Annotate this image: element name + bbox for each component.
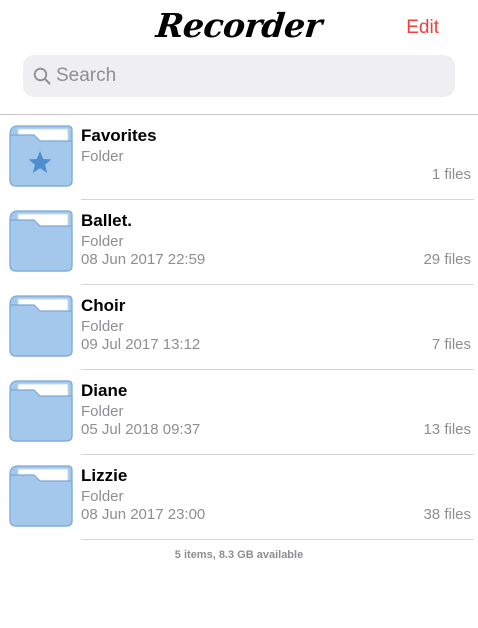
folder-name: Lizzie xyxy=(81,466,128,485)
folder-name: Choir xyxy=(81,296,126,315)
folder-icon xyxy=(9,465,73,527)
storage-summary: 5 items, 8.3 GB available xyxy=(174,549,304,561)
folder-type: Folder xyxy=(81,488,124,505)
folder-type: Folder xyxy=(81,233,124,250)
folder-name: Diane xyxy=(81,381,128,400)
folder-date: 09 Jul 2017 13:12 xyxy=(81,336,201,353)
folder-file-count: 38 files xyxy=(423,506,471,523)
header-bar: Recorder Edit xyxy=(0,0,478,58)
folder-row-choir[interactable]: Choir Folder 09 Jul 2017 13:12 7 files xyxy=(0,285,478,370)
folder-row-favorites[interactable]: Favorites Folder 1 files xyxy=(0,115,478,200)
row-divider xyxy=(81,539,474,540)
search-input[interactable] xyxy=(56,55,446,97)
folder-name: Favorites xyxy=(81,126,157,145)
folder-star-icon xyxy=(9,125,73,187)
folder-file-count: 1 files xyxy=(431,166,471,183)
folder-type: Folder xyxy=(81,148,124,165)
edit-button[interactable]: Edit xyxy=(406,17,439,39)
folder-date: 05 Jul 2018 09:37 xyxy=(81,421,201,438)
folder-icon xyxy=(9,210,73,272)
folder-type: Folder xyxy=(81,318,124,335)
folder-file-count: 29 files xyxy=(423,251,471,268)
folder-row-diane[interactable]: Diane Folder 05 Jul 2018 09:37 13 files xyxy=(0,370,478,455)
folder-date: 08 Jun 2017 22:59 xyxy=(81,251,206,268)
folder-date: 08 Jun 2017 23:00 xyxy=(81,506,206,523)
folder-name: Ballet. xyxy=(81,211,133,230)
folder-type: Folder xyxy=(81,403,124,420)
magnifier-icon xyxy=(33,67,51,85)
folder-file-count: 7 files xyxy=(431,336,471,353)
folder-file-count: 13 files xyxy=(423,421,471,438)
folder-list: Favorites Folder 1 files Ballet. Folder … xyxy=(0,115,478,540)
folder-row-lizzie[interactable]: Lizzie Folder 08 Jun 2017 23:00 38 files xyxy=(0,455,478,540)
folder-icon xyxy=(9,295,73,357)
folder-icon xyxy=(9,380,73,442)
folder-row-ballet[interactable]: Ballet. Folder 08 Jun 2017 22:59 29 file… xyxy=(0,200,478,285)
search-bar[interactable] xyxy=(23,55,455,97)
